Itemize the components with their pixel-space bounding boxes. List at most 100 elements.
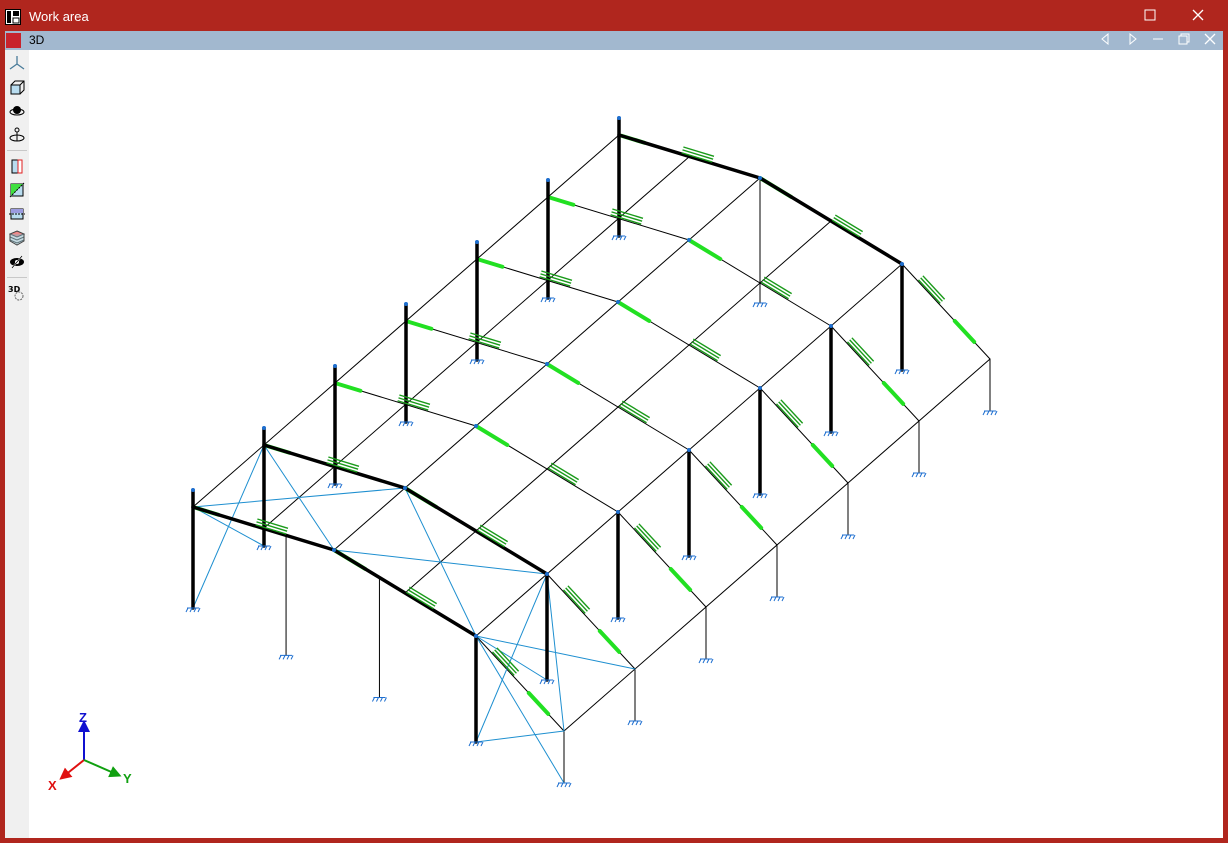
structure-model[interactable] (29, 50, 1223, 838)
lean-to-rafter[interactable] (617, 511, 707, 608)
node[interactable] (474, 634, 478, 638)
node[interactable] (333, 364, 337, 368)
diagonal-plane-tool[interactable] (7, 180, 27, 200)
highlighted-member[interactable] (668, 567, 693, 592)
highlighted-member[interactable] (548, 195, 576, 207)
highlighted-member[interactable] (810, 443, 835, 468)
previous-icon (1101, 32, 1109, 46)
node[interactable] (474, 424, 478, 428)
node[interactable] (758, 386, 762, 390)
fixed-support-icon (556, 782, 572, 788)
hide-tool[interactable] (7, 252, 27, 272)
axes-view-icon (9, 56, 25, 70)
node[interactable] (545, 572, 549, 576)
diagonal-plane-icon (9, 182, 25, 198)
member-label (778, 401, 801, 426)
fixed-support-icon (371, 697, 387, 702)
highlighted-members (193, 133, 977, 716)
node[interactable] (758, 176, 762, 180)
fixed-support-icon (278, 654, 294, 660)
3d-settings-icon: 3D (8, 285, 24, 301)
node[interactable] (262, 426, 266, 430)
section-plane-tool[interactable] (7, 156, 27, 176)
lean-to-rafter[interactable] (759, 387, 849, 484)
node[interactable] (616, 510, 620, 514)
member-label (565, 587, 588, 612)
member-label (636, 525, 659, 550)
hide-icon (10, 255, 24, 269)
member-label (849, 339, 872, 364)
close-button[interactable] (1175, 5, 1221, 29)
node[interactable] (687, 238, 691, 242)
supports (185, 116, 998, 788)
minimize-view-button[interactable] (1147, 31, 1169, 50)
node[interactable] (191, 488, 195, 492)
columns-and-frames (191, 116, 904, 744)
node[interactable] (475, 240, 479, 244)
lean-to-rafter[interactable] (830, 325, 920, 422)
rotate-tool[interactable] (7, 125, 27, 145)
highlighted-member[interactable] (406, 319, 434, 331)
lean-to-rafter[interactable] (475, 635, 565, 732)
highlighted-member[interactable] (881, 381, 906, 406)
highlighted-member[interactable] (952, 319, 977, 344)
node[interactable] (617, 116, 621, 120)
view-icon (6, 33, 21, 48)
previous-view-button[interactable] (1094, 31, 1116, 50)
highlighted-member[interactable] (739, 505, 764, 530)
bracing-member[interactable] (546, 573, 565, 732)
layers-tool[interactable] (7, 228, 27, 248)
node[interactable] (616, 300, 620, 304)
longitudinal-beam[interactable] (563, 358, 991, 732)
bracing-member[interactable] (263, 444, 335, 551)
rafter[interactable] (617, 133, 762, 180)
member-label (620, 403, 649, 421)
member-labels (255, 146, 946, 676)
node[interactable] (687, 448, 691, 452)
node[interactable] (403, 486, 407, 490)
cube-view-icon (10, 80, 25, 95)
axes-view-tool[interactable] (7, 53, 27, 73)
node[interactable] (829, 324, 833, 328)
bracing-member[interactable] (475, 730, 565, 743)
highlighted-member[interactable] (477, 257, 505, 269)
node[interactable] (546, 178, 550, 182)
rafter[interactable] (403, 486, 549, 576)
lean-to-rafter[interactable] (546, 573, 636, 670)
x-axis-label: X (48, 778, 57, 790)
highlighted-member[interactable] (597, 629, 622, 654)
y-axis-arrow (83, 759, 122, 778)
fixed-support-icon (769, 596, 785, 602)
bracing-member[interactable] (475, 573, 548, 743)
restore-view-button[interactable] (1173, 31, 1195, 50)
node[interactable] (545, 362, 549, 366)
highlighted-member[interactable] (526, 691, 551, 716)
close-view-button[interactable] (1199, 31, 1221, 50)
3d-viewport[interactable]: Z X Y (29, 50, 1223, 838)
rafter[interactable] (332, 548, 478, 638)
fixed-support-icon (627, 720, 643, 726)
node[interactable] (404, 302, 408, 306)
lean-to-rafter[interactable] (901, 263, 991, 360)
rafter[interactable] (758, 176, 904, 266)
rotate-icon (9, 127, 25, 142)
node[interactable] (332, 548, 336, 552)
orbit-tool[interactable] (7, 101, 27, 121)
3d-settings-tool[interactable]: 3D (7, 283, 27, 303)
highlighted-member[interactable] (474, 424, 510, 447)
highlighted-member[interactable] (687, 238, 723, 261)
close-icon (1192, 9, 1204, 21)
highlighted-member[interactable] (545, 362, 581, 385)
next-view-button[interactable] (1122, 31, 1144, 50)
app-icon (5, 9, 21, 25)
highlighted-member[interactable] (335, 381, 363, 393)
lean-to-rafter[interactable] (688, 449, 778, 546)
node[interactable] (900, 262, 904, 266)
member-label (762, 279, 791, 297)
highlighted-member[interactable] (616, 300, 652, 323)
cube-view-tool[interactable] (7, 77, 27, 97)
horizontal-plane-icon (9, 208, 25, 220)
horizontal-plane-tool[interactable] (7, 204, 27, 224)
fixed-support-icon (698, 658, 714, 664)
maximize-button[interactable] (1127, 5, 1173, 29)
